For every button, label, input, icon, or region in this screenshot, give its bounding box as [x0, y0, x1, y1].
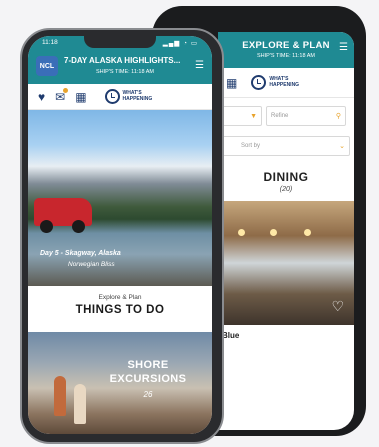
things-to-do-card[interactable]: Explore & Plan THINGS TO DO	[28, 286, 212, 332]
shore-title-line2: EXCURSIONS	[109, 373, 187, 386]
ships-time: SHIP'S TIME: 11:18 AM	[256, 53, 315, 59]
things-to-do-kicker: Explore & Plan	[98, 294, 142, 301]
chevron-down-icon: ▼	[250, 112, 257, 120]
phone-notch	[84, 36, 156, 48]
explore-plan-header: EXPLORE & PLAN SHIP'S TIME: 11:18 AM ☰	[218, 32, 354, 68]
shore-excursions-count: 26	[143, 390, 153, 399]
calendar-icon[interactable]: ▦	[75, 90, 86, 104]
section-count: (20)	[279, 186, 293, 193]
lamp-decoration	[238, 229, 245, 236]
shore-title-line1: SHORE	[127, 359, 169, 371]
calendar-icon[interactable]: ▦	[226, 76, 237, 90]
wheel	[40, 220, 53, 233]
sort-by-dropdown[interactable]: Sort by ⌄	[222, 136, 350, 156]
restaurant-photo[interactable]: ♡	[218, 201, 354, 325]
refine-placeholder: Refine	[271, 113, 289, 119]
whats-happening-button[interactable]: WHAT'S HAPPENING	[251, 75, 299, 90]
filter-row: ▼ Refine ⚲	[218, 98, 354, 130]
ships-time: SHIP'S TIME: 11:18 AM	[96, 69, 155, 75]
front-phone-screen: 11:18 ▂▄▆ ◔ ▭ NCL 7-DAY ALASKA HIGHLIGHT…	[28, 36, 212, 434]
lamp-decoration	[270, 229, 277, 236]
hamburger-menu-icon[interactable]: ☰	[195, 60, 204, 71]
heart-icon[interactable]: ♥	[38, 90, 45, 104]
things-to-do-title: THINGS TO DO	[75, 304, 165, 316]
quick-icons-bar: ▦ WHAT'S HAPPENING	[218, 68, 354, 98]
hiker-figure	[74, 384, 86, 424]
clock-icon	[104, 89, 120, 104]
itinerary-title: 7-DAY ALASKA HIGHLIGHTS...	[64, 56, 181, 65]
refine-input[interactable]: Refine ⚲	[266, 106, 346, 126]
chat-icon[interactable]: ✉	[55, 87, 69, 104]
lamp-decoration	[304, 229, 311, 236]
wheel	[72, 220, 85, 233]
port-hero-image[interactable]: Day 5 - Skagway, Alaska Norwegian Bliss	[28, 110, 212, 286]
chevron-down-icon: ⌄	[339, 143, 345, 150]
filter-dropdown[interactable]: ▼	[218, 106, 262, 126]
notification-dot	[63, 87, 69, 93]
day-port-label: Day 5 - Skagway, Alaska	[40, 250, 121, 257]
whats-happening-line2: HAPPENING	[269, 81, 300, 88]
shore-excursions-title: SHORE EXCURSIONS	[98, 358, 198, 387]
jeep-image	[34, 198, 92, 233]
explore-plan-title: EXPLORE & PLAN	[242, 40, 330, 51]
whats-happening-line2: HAPPENING	[122, 95, 153, 102]
whats-happening-button[interactable]: WHAT'S HAPPENING	[104, 89, 153, 104]
ship-name: Norwegian Bliss	[68, 261, 115, 268]
search-icon: ⚲	[335, 113, 341, 120]
section-title: DINING	[263, 170, 309, 184]
venue-name: Blue	[222, 331, 240, 340]
back-phone-screen: EXPLORE & PLAN SHIP'S TIME: 11:18 AM ☰ ▦…	[218, 32, 354, 430]
quick-icons-bar: ♥ ✉ ▦ WHAT'S HAPPENING	[28, 84, 212, 110]
shore-excursions-card[interactable]: SHORE EXCURSIONS 26	[28, 332, 212, 434]
hiker-figure	[54, 376, 66, 416]
hamburger-menu-icon[interactable]: ☰	[339, 42, 348, 53]
signal-wifi-battery-icon: ▂▄▆ ◔ ▭	[162, 40, 198, 47]
itinerary-header: NCL 7-DAY ALASKA HIGHLIGHTS... SHIP'S TI…	[28, 50, 212, 84]
status-time: 11:18	[42, 39, 58, 46]
sort-by-label: Sort by	[241, 143, 261, 149]
clock-icon	[251, 75, 267, 90]
favorite-heart-icon[interactable]: ♡	[331, 298, 344, 315]
ncl-logo[interactable]: NCL	[36, 56, 58, 76]
